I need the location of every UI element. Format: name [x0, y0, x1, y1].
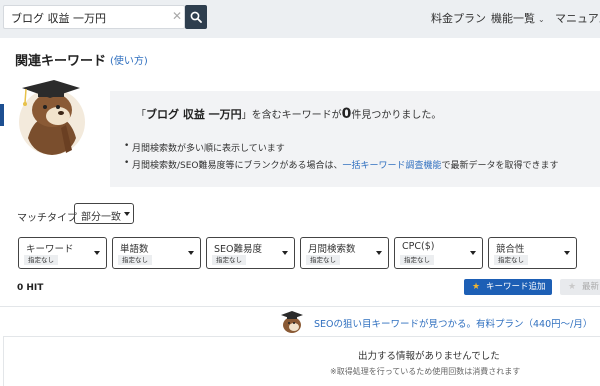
search-icon: [190, 11, 202, 23]
filter-label: キーワード: [26, 244, 74, 255]
filter-chip: 指定なし: [118, 255, 152, 265]
filter-seo-difficulty[interactable]: SEO難易度 指定なし: [206, 237, 295, 269]
otter-mascot-icon: [19, 80, 85, 155]
star-icon: ★: [472, 282, 481, 292]
filter-label: 単語数: [120, 244, 149, 255]
result-info-panel: 「ブログ 収益 一万円」を含むキーワードが0件見つかりました。 月間検索数が多い…: [110, 91, 600, 187]
search-input-value[interactable]: ブログ 収益 一万円: [11, 10, 106, 26]
chevron-down-icon: [94, 251, 100, 255]
empty-message: 出力する情報がありませんでした: [358, 351, 500, 362]
match-type-select[interactable]: 部分一致: [74, 203, 134, 224]
section-title: 関連キーワード: [15, 54, 107, 69]
empty-result-panel: [3, 336, 600, 386]
chevron-down-icon: [376, 251, 382, 255]
match-type-label: マッチタイプ: [17, 213, 77, 224]
result-count: 0: [341, 106, 352, 122]
chevron-down-icon: [564, 251, 570, 255]
add-keyword-button[interactable]: ★ キーワード追加: [464, 279, 552, 295]
result-summary: 「ブログ 収益 一万円」を含むキーワードが0件見つかりました。: [136, 106, 441, 122]
nav-features-label[interactable]: 機能一覧: [491, 12, 535, 25]
search-input[interactable]: ブログ 収益 一万円 ✕: [3, 5, 185, 29]
filter-label: 月間検索数: [308, 244, 356, 255]
side-accent-bar: [0, 104, 4, 126]
chevron-down-icon: [188, 251, 194, 255]
nav-manual[interactable]: マニュアル: [555, 10, 600, 26]
otter-mascot-small-icon: [281, 311, 303, 333]
top-bar: ブログ 収益 一万円 ✕ 料金プラン 機能一覧⌄ マニュアル: [0, 0, 600, 36]
download-label: 最新: [582, 282, 600, 292]
filter-label: 競合性: [496, 244, 525, 255]
filter-chip: 指定なし: [494, 255, 528, 265]
search-button[interactable]: [185, 5, 207, 29]
info-bullet-sort: 月間検索数が多い順に表示しています: [124, 141, 285, 154]
help-link[interactable]: (使い方): [110, 52, 148, 67]
nav-features[interactable]: 機能一覧 ⌄: [491, 10, 545, 26]
bullet-text-before: 月間検索数/SEO難易度等にブランクがある場合は、: [132, 161, 343, 171]
hit-count: 0 HIT: [17, 283, 44, 293]
add-keyword-label: キーワード追加: [486, 282, 546, 292]
filter-cpc[interactable]: CPC($) 指定なし: [394, 237, 483, 269]
filter-chip: 指定なし: [212, 255, 246, 265]
info-bullet-blank: 月間検索数/SEO難易度等にブランクがある場合は、一括キーワード調査機能で最新デ…: [124, 158, 559, 171]
bullet-text-after: で最新データを取得できます: [441, 161, 559, 171]
summary-middle: 」を含むキーワードが: [241, 110, 342, 121]
filter-chip: 指定なし: [24, 255, 58, 265]
summary-suffix: 件見つかりました。: [351, 110, 442, 121]
chevron-down-icon: [470, 251, 476, 255]
filter-word-count[interactable]: 単語数 指定なし: [112, 237, 201, 269]
summary-keyword: ブログ 収益 一万円: [146, 108, 242, 121]
filter-label: CPC($): [402, 241, 435, 252]
chevron-down-icon: [124, 212, 130, 216]
close-icon[interactable]: ✕: [172, 9, 182, 23]
star-icon: ★: [568, 282, 577, 292]
filter-monthly-volume[interactable]: 月間検索数 指定なし: [300, 237, 389, 269]
nav-pricing[interactable]: 料金プラン: [431, 10, 486, 26]
filter-keyword[interactable]: キーワード 指定なし: [18, 237, 107, 269]
filter-competition[interactable]: 競合性 指定なし: [488, 237, 577, 269]
download-button[interactable]: ★ 最新: [560, 279, 600, 295]
chevron-down-icon: [282, 251, 288, 255]
match-type-value[interactable]: 部分一致: [81, 212, 121, 223]
summary-open-bracket: 「: [136, 110, 146, 121]
main-card: 関連キーワード (使い方) 「ブログ 収益 一万円」を含むキーワードが0件見つか…: [0, 38, 600, 386]
filter-chip: 指定なし: [400, 255, 434, 265]
empty-note: ※取得処理を行っているため使用回数は消費されます: [330, 367, 521, 376]
filter-label: SEO難易度: [214, 244, 263, 255]
upgrade-promo-link[interactable]: SEOの狙い目キーワードが見つかる。有料プラン（440円〜/月）: [314, 316, 592, 330]
filter-chip: 指定なし: [306, 255, 340, 265]
bulk-keyword-link[interactable]: 一括キーワード調査機能: [343, 161, 442, 171]
chevron-down-icon: ⌄: [538, 15, 545, 24]
divider: [0, 306, 600, 307]
